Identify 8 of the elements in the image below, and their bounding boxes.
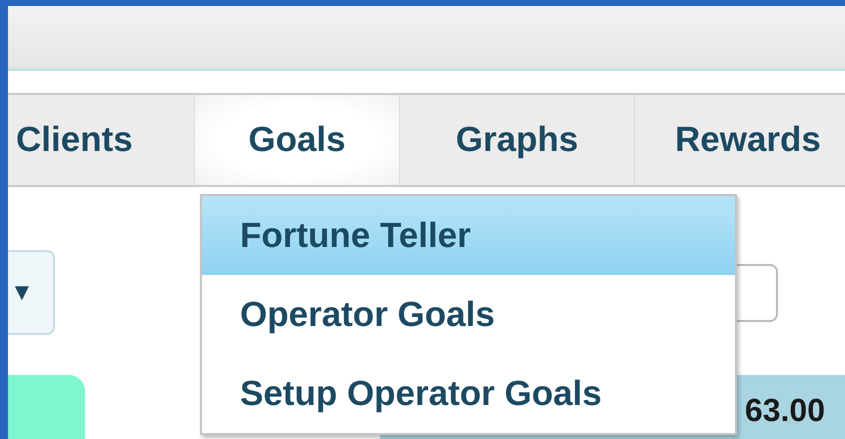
nav-tab[interactable]: Graphs: [400, 95, 635, 185]
nav-tab[interactable]: Rewards: [635, 95, 845, 185]
menu-item[interactable]: Operator Goals: [202, 275, 735, 354]
input-field[interactable]: [735, 264, 778, 322]
dropdown-button[interactable]: ▼: [8, 250, 55, 335]
menu-item[interactable]: Fortune Teller: [202, 196, 735, 275]
caret-icon: ▼: [10, 278, 34, 306]
nav-tab[interactable]: Goals: [195, 95, 400, 185]
